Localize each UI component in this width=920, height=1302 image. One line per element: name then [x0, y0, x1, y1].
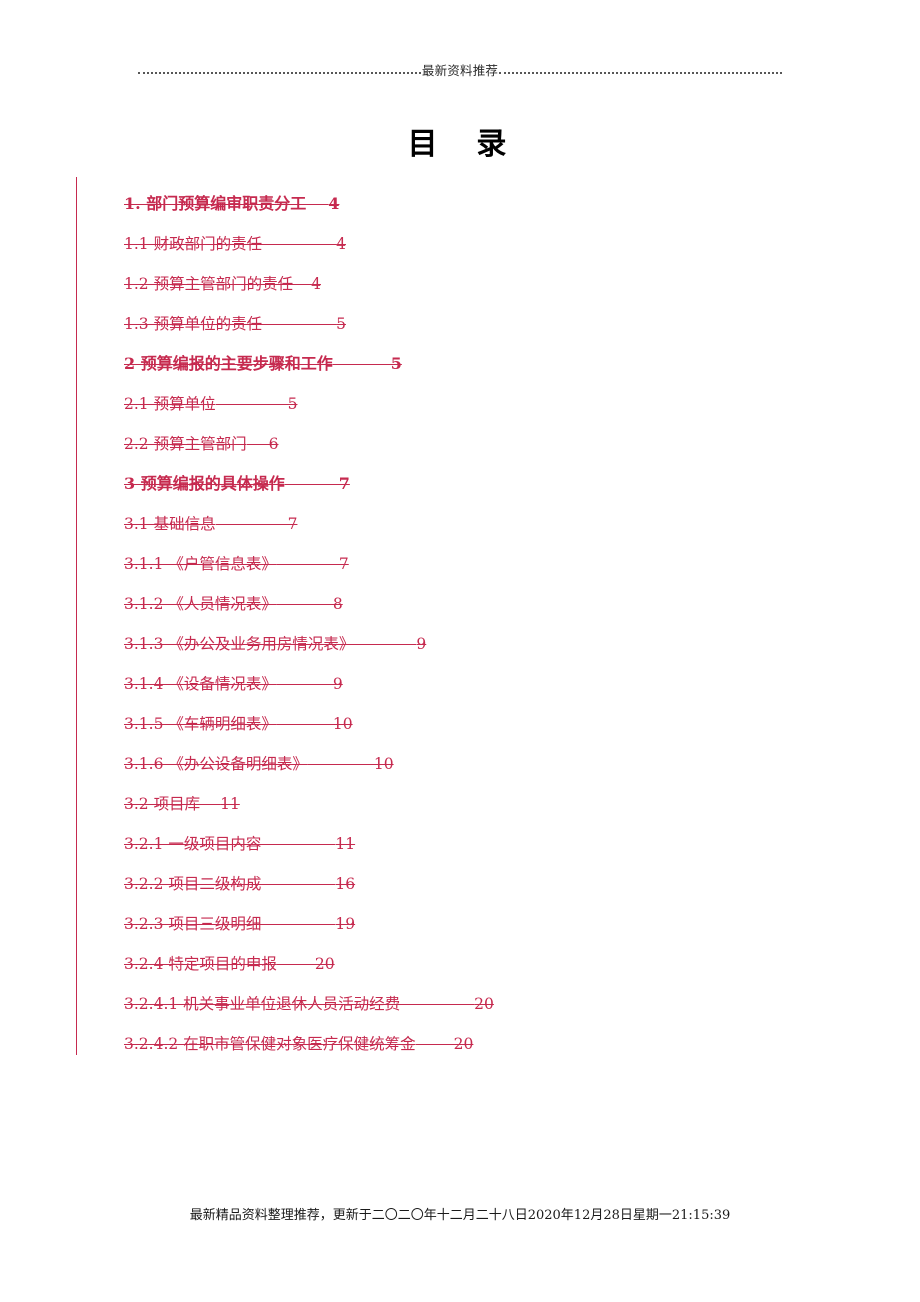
toc-entry[interactable]: 3.1.1 《户管信息表》 7	[124, 544, 804, 584]
toc-entry[interactable]: 1. 部门预算编审职责分工 4	[124, 184, 804, 224]
toc-leader-line	[276, 953, 315, 975]
toc-entry[interactable]: 3.2.3 项目三级明细 19	[124, 904, 804, 944]
toc-entry-label: 3.2.4.2 在职市管保健对象医疗保健统筹金	[124, 1035, 416, 1053]
toc-leader-line	[215, 513, 288, 535]
toc-entry[interactable]: 3.1.3 《办公及业务用房情况表》 9	[124, 624, 804, 664]
toc-entry-label: 3.1.5 《车辆明细表》	[124, 715, 277, 733]
toc-entry-label: 1.2 预算主管部门的责任	[124, 275, 294, 293]
toc-entry-page-number: 4	[328, 194, 340, 213]
toc-entry[interactable]: 3.2.4 特定项目的申报 20	[124, 944, 804, 984]
toc-entry[interactable]: 3.2.4.1 机关事业单位退休人员活动经费 20	[124, 984, 804, 1024]
toc-entry-label: 1.3 预算单位的责任	[124, 315, 263, 333]
toc-entry[interactable]: 3.1.4 《设备情况表》 9	[124, 664, 804, 704]
toc-entry[interactable]: 1.2 预算主管部门的责任 4	[124, 264, 804, 304]
toc-entry-page-number: 19	[335, 915, 356, 933]
page-title: 目 录	[407, 127, 513, 162]
toc-leader-line	[354, 633, 417, 655]
table-of-contents: 1. 部门预算编审职责分工 4 1.1 财政部门的责任 4 1.2 预算主管部门的责任 4…	[124, 184, 804, 1064]
toc-entry-page-number: 10	[373, 755, 394, 773]
toc-entry[interactable]: 2 预算编报的主要步骤和工作 5	[124, 344, 804, 384]
toc-entry-label: 1. 部门预算编审职责分工	[124, 194, 307, 213]
toc-entry-label: 3.1.1 《户管信息表》	[124, 555, 277, 573]
toc-leader-line	[246, 433, 269, 455]
toc-leader-line	[261, 913, 336, 935]
toc-entry[interactable]: 3.2 项目库 11	[124, 784, 804, 824]
toc-entry-page-number: 4	[311, 275, 321, 293]
toc-entry-page-number: 8	[332, 595, 343, 613]
toc-entry[interactable]: 3.2.2 项目二级构成 16	[124, 864, 804, 904]
toc-leader-line	[306, 193, 329, 215]
toc-entry[interactable]: 3.1.6 《办公设备明细表》 10	[124, 744, 804, 784]
toc-entry-label: 3.1.3 《办公及业务用房情况表》	[124, 635, 355, 653]
toc-entry-page-number: 7	[338, 555, 349, 573]
toc-entry-label: 3.2.4.1 机关事业单位退休人员活动经费	[124, 995, 401, 1013]
page-footer: 最新精品资料整理推荐，更新于二〇二〇年十二月二十八日2020年12月28日星期一…	[189, 1208, 731, 1223]
toc-entry-page-number: 9	[332, 675, 343, 693]
toc-entry-label: 3 预算编报的具体操作	[124, 474, 285, 493]
toc-entry-page-number: 4	[336, 235, 346, 253]
toc-entry-page-number: 9	[416, 635, 427, 653]
toc-entry-label: 3.1.2 《人员情况表》	[124, 595, 277, 613]
page-header: 最新资料推荐	[138, 58, 782, 84]
toc-leader-line	[262, 313, 337, 335]
toc-leader-line	[415, 1033, 454, 1055]
toc-leader-line	[276, 553, 339, 575]
toc-leader-line	[293, 273, 312, 295]
header-leader-left-icon	[138, 71, 421, 75]
toc-entry[interactable]: 3.1.5 《车辆明细表》 10	[124, 704, 804, 744]
toc-entry-page-number: 7	[287, 515, 298, 533]
header-title: 最新资料推荐	[421, 63, 499, 78]
toc-entry[interactable]: 3 预算编报的具体操作 7	[124, 464, 804, 504]
toc-entry-label: 3.2.3 项目三级明细	[124, 915, 262, 933]
header-leader-right-icon	[499, 71, 782, 75]
toc-entry[interactable]: 3.1 基础信息 7	[124, 504, 804, 544]
toc-entry-page-number: 20	[314, 955, 335, 973]
toc-entry-label: 3.1.6 《办公设备明细表》	[124, 755, 308, 773]
toc-entry[interactable]: 3.2.4.2 在职市管保健对象医疗保健统筹金 20	[124, 1024, 804, 1064]
toc-leader-line	[261, 873, 336, 895]
toc-leader-line	[307, 753, 374, 775]
toc-entry-label: 3.2.4 特定项目的申报	[124, 955, 277, 973]
toc-entry-page-number: 20	[474, 995, 494, 1013]
document-page: 最新资料推荐 目 录 1. 部门预算编审职责分工 4 1.1 财政部门的责任 4 1.2…	[0, 0, 920, 1302]
toc-entry-page-number: 5	[336, 315, 346, 333]
toc-entry-page-number: 7	[338, 474, 350, 493]
toc-leader-line	[276, 673, 333, 695]
toc-entry[interactable]: 1.3 预算单位的责任 5	[124, 304, 804, 344]
toc-entry-label: 3.1 基础信息	[124, 515, 216, 533]
change-bar	[76, 177, 77, 1055]
toc-entry-page-number: 5	[287, 395, 298, 413]
toc-entry-label: 1.1 财政部门的责任	[124, 235, 263, 253]
toc-entry-page-number: 11	[335, 835, 356, 853]
toc-entry[interactable]: 3.1.2 《人员情况表》 8	[124, 584, 804, 624]
toc-leader-line	[215, 393, 288, 415]
toc-leader-line	[261, 833, 336, 855]
toc-entry[interactable]: 1.1 财政部门的责任 4	[124, 224, 804, 264]
toc-entry-page-number: 5	[390, 354, 402, 373]
toc-leader-line	[262, 233, 337, 255]
toc-leader-line	[400, 993, 475, 1015]
toc-leader-line	[276, 593, 333, 615]
toc-leader-line	[284, 473, 339, 495]
toc-entry-label: 2.1 预算单位	[124, 395, 216, 413]
toc-entry-page-number: 6	[268, 435, 279, 453]
toc-entry[interactable]: 2.1 预算单位 5	[124, 384, 804, 424]
toc-entry-label: 2.2 预算主管部门	[124, 435, 247, 453]
toc-entry-page-number: 11	[220, 795, 240, 813]
toc-entry[interactable]: 3.2.1 一级项目内容 11	[124, 824, 804, 864]
toc-entry-page-number: 20	[453, 1035, 474, 1053]
toc-entry-page-number: 10	[332, 715, 353, 733]
toc-entry[interactable]: 2.2 预算主管部门 6	[124, 424, 804, 464]
toc-entry-label: 3.1.4 《设备情况表》	[124, 675, 277, 693]
toc-leader-line	[332, 353, 391, 375]
toc-entry-label: 3.2 项目库	[124, 795, 201, 813]
toc-entry-label: 2 预算编报的主要步骤和工作	[124, 354, 333, 373]
toc-leader-line	[200, 793, 221, 815]
toc-entry-label: 3.2.1 一级项目内容	[124, 835, 262, 853]
toc-leader-line	[276, 713, 333, 735]
toc-entry-page-number: 16	[335, 875, 356, 893]
toc-entry-label: 3.2.2 项目二级构成	[124, 875, 262, 893]
